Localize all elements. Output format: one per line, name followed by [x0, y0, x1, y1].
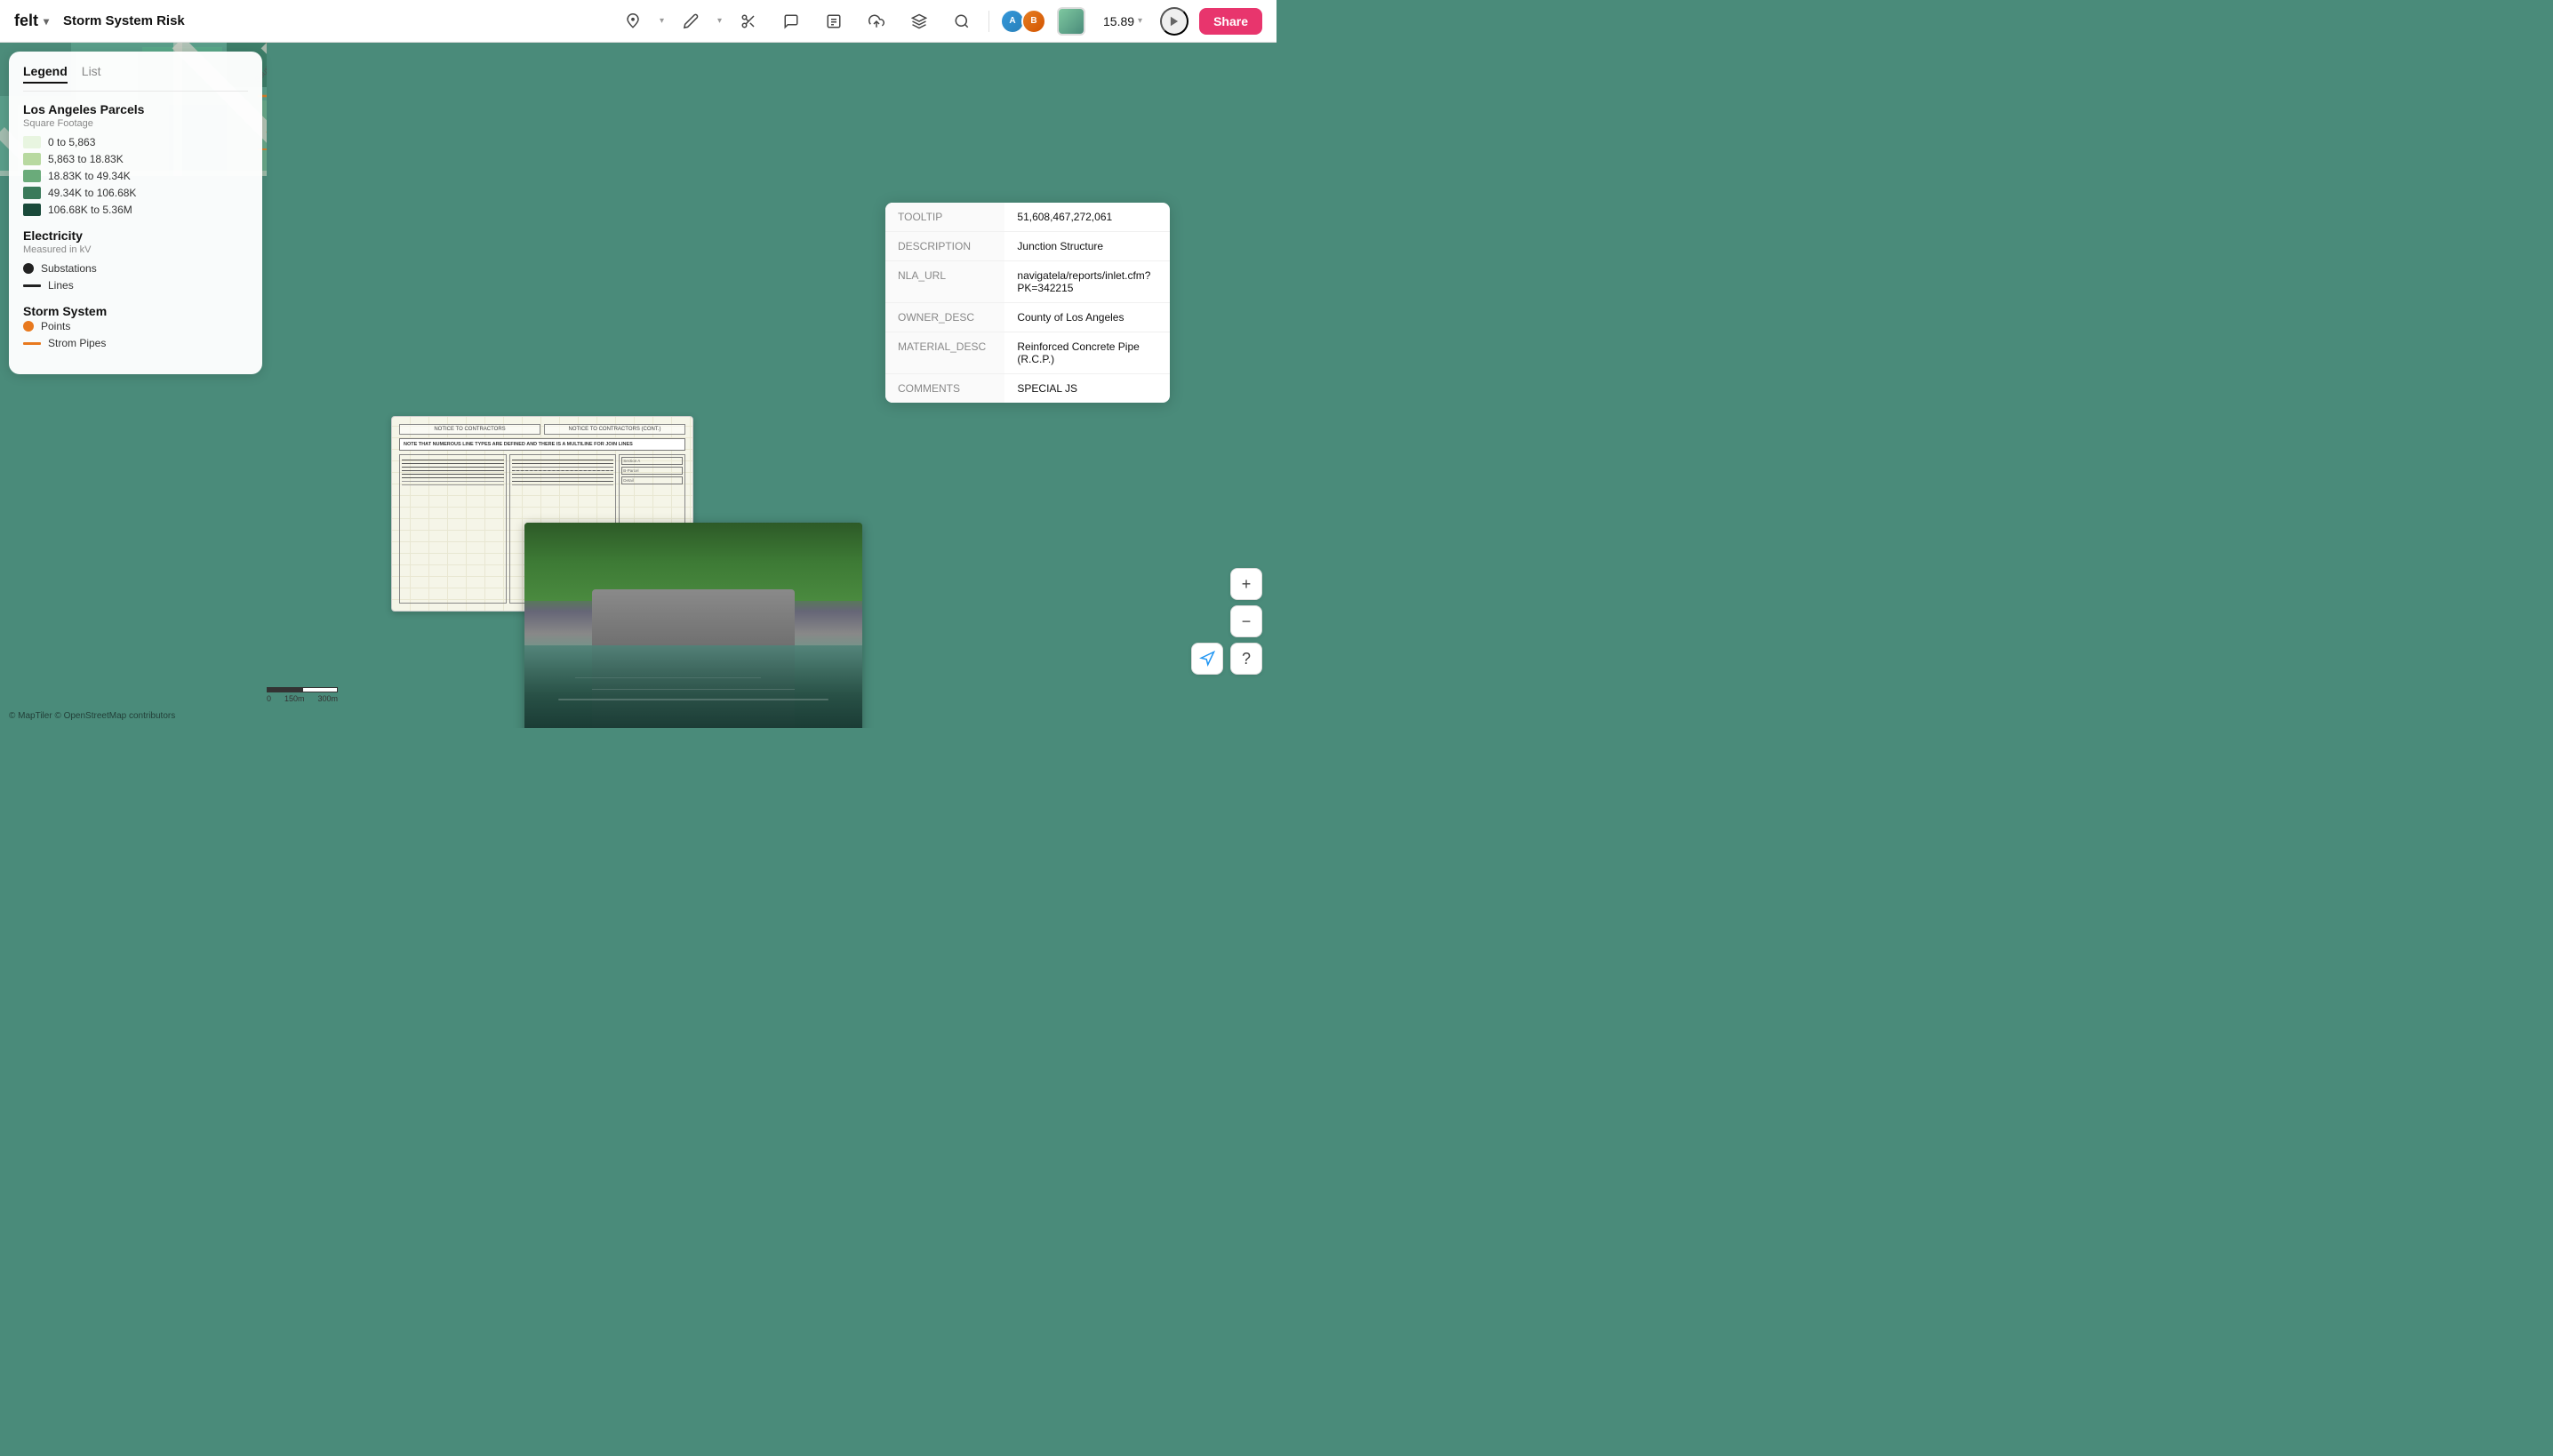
- bp-header-1: NOTICE TO CONTRACTORS: [399, 424, 540, 435]
- scissors-tool-button[interactable]: [732, 5, 764, 37]
- info-row: MATERIAL_DESC Reinforced Concrete Pipe (…: [885, 332, 1170, 374]
- storm-title: Storm System: [23, 304, 248, 318]
- scale-seg-1: [267, 687, 302, 692]
- collaborator-avatars: A B: [1000, 9, 1046, 34]
- swatch-3: [23, 187, 41, 199]
- bp-header-2: NOTICE TO CONTRACTORS (CONT.): [544, 424, 685, 435]
- app-logo[interactable]: felt ▾: [14, 12, 49, 30]
- feature-info-panel: TOOLTIP 51,608,467,272,061 DESCRIPTION J…: [885, 203, 1170, 403]
- parcels-title: Los Angeles Parcels: [23, 102, 248, 116]
- info-row: TOOLTIP 51,608,467,272,061: [885, 203, 1170, 232]
- info-row: NLA_URL navigatela/reports/inlet.cfm?PK=…: [885, 261, 1170, 303]
- map-area[interactable]: BUNKER HILL HISTORIC CORE DISTRICT JEWEL…: [0, 43, 1276, 728]
- electricity-subtitle: Measured in kV: [23, 244, 248, 255]
- line-storm-pipes: [23, 342, 41, 345]
- info-key: DESCRIPTION: [885, 232, 1004, 261]
- zoom-out-button[interactable]: −: [1230, 605, 1262, 637]
- info-value: Junction Structure: [1004, 232, 1170, 261]
- map-zoom-controls: + − ?: [1230, 568, 1262, 675]
- pin-tool-chevron: ▾: [660, 16, 664, 26]
- draw-tool-button[interactable]: [675, 5, 707, 37]
- scale-seg-2: [302, 687, 338, 692]
- zoom-in-button[interactable]: +: [1230, 568, 1262, 600]
- scale-label-150: 150m: [284, 694, 305, 703]
- info-value: navigatela/reports/inlet.cfm?PK=342215: [1004, 261, 1170, 303]
- info-value: Reinforced Concrete Pipe (R.C.P.): [1004, 332, 1170, 374]
- info-value: SPECIAL JS: [1004, 374, 1170, 404]
- play-button[interactable]: [1160, 7, 1188, 36]
- map-scale-bar: 0 150m 300m: [267, 687, 338, 703]
- swatch-2: [23, 170, 41, 182]
- navbar: felt ▾ Storm System Risk ▾ ▾ A B 15.89 ▾: [0, 0, 1276, 43]
- zoom-chevron: ▾: [1138, 16, 1142, 26]
- info-key: OWNER_DESC: [885, 303, 1004, 332]
- scale-label-300: 300m: [317, 694, 338, 703]
- share-button[interactable]: Share: [1199, 8, 1262, 35]
- pin-tool-button[interactable]: [617, 5, 649, 37]
- zoom-level-display[interactable]: 15.89 ▾: [1096, 11, 1149, 32]
- legend-tool-button[interactable]: [818, 5, 850, 37]
- avatar-2: B: [1021, 9, 1046, 34]
- legend-item-parcels-4: 106.68K to 5.36M: [23, 204, 248, 216]
- legend-item-strom-pipes: Strom Pipes: [23, 337, 248, 349]
- info-row: OWNER_DESC County of Los Angeles: [885, 303, 1170, 332]
- legend-item-parcels-0: 0 to 5,863: [23, 136, 248, 148]
- legend-item-parcels-1: 5,863 to 18.83K: [23, 153, 248, 165]
- felt-wordmark: felt: [14, 12, 38, 30]
- legend-item-points: Points: [23, 320, 248, 332]
- upload-tool-button[interactable]: [860, 5, 892, 37]
- bp-note: NOTE THAT NUMEROUS LINE TYPES ARE DEFINE…: [399, 438, 685, 451]
- electricity-title: Electricity: [23, 228, 248, 243]
- legend-item-lines: Lines: [23, 279, 248, 292]
- help-button[interactable]: ?: [1230, 643, 1262, 675]
- info-key: COMMENTS: [885, 374, 1004, 404]
- dot-storm-points: [23, 321, 34, 332]
- layers-tool-button[interactable]: [903, 5, 935, 37]
- info-key: MATERIAL_DESC: [885, 332, 1004, 374]
- parcels-subtitle: Square Footage: [23, 118, 248, 129]
- legend-item-parcels-2: 18.83K to 49.34K: [23, 170, 248, 182]
- legend-item-substations: Substations: [23, 262, 248, 275]
- line-electricity: [23, 284, 41, 287]
- comment-tool-button[interactable]: [775, 5, 807, 37]
- info-table-body: TOOLTIP 51,608,467,272,061 DESCRIPTION J…: [885, 203, 1170, 403]
- scale-label-0: 0: [267, 694, 271, 703]
- info-value: 51,608,467,272,061: [1004, 203, 1170, 232]
- legend-item-parcels-3: 49.34K to 106.68K: [23, 187, 248, 199]
- info-row: COMMENTS SPECIAL JS: [885, 374, 1170, 404]
- map-style-thumbnail[interactable]: [1057, 7, 1085, 36]
- nav-separator: [988, 11, 989, 32]
- info-row: DESCRIPTION Junction Structure: [885, 232, 1170, 261]
- map-attribution: © MapTiler © OpenStreetMap contributors: [9, 711, 175, 721]
- search-tool-button[interactable]: [946, 5, 978, 37]
- tab-legend[interactable]: Legend: [23, 64, 68, 84]
- photo-content: [524, 523, 862, 728]
- scale-labels: 0 150m 300m: [267, 694, 338, 703]
- scale-line: [267, 687, 338, 692]
- legend-panel: Legend List Los Angeles Parcels Square F…: [9, 52, 262, 374]
- logo-chevron: ▾: [44, 15, 49, 28]
- swatch-4: [23, 204, 41, 216]
- panel-tabs: Legend List: [23, 64, 248, 92]
- info-table: TOOLTIP 51,608,467,272,061 DESCRIPTION J…: [885, 203, 1170, 403]
- map-title: Storm System Risk: [63, 13, 185, 28]
- swatch-1: [23, 153, 41, 165]
- legend-section-parcels: Los Angeles Parcels Square Footage 0 to …: [23, 102, 248, 216]
- swatch-0: [23, 136, 41, 148]
- legend-section-electricity: Electricity Measured in kV Substations L…: [23, 228, 248, 292]
- draw-tool-chevron: ▾: [717, 16, 722, 26]
- info-value: County of Los Angeles: [1004, 303, 1170, 332]
- location-button[interactable]: [1191, 643, 1223, 675]
- storm-drain-photo[interactable]: [524, 523, 862, 728]
- info-key: NLA_URL: [885, 261, 1004, 303]
- info-key: TOOLTIP: [885, 203, 1004, 232]
- tab-list[interactable]: List: [82, 64, 101, 84]
- legend-section-storm: Storm System Points Strom Pipes: [23, 304, 248, 349]
- dot-substations: [23, 263, 34, 274]
